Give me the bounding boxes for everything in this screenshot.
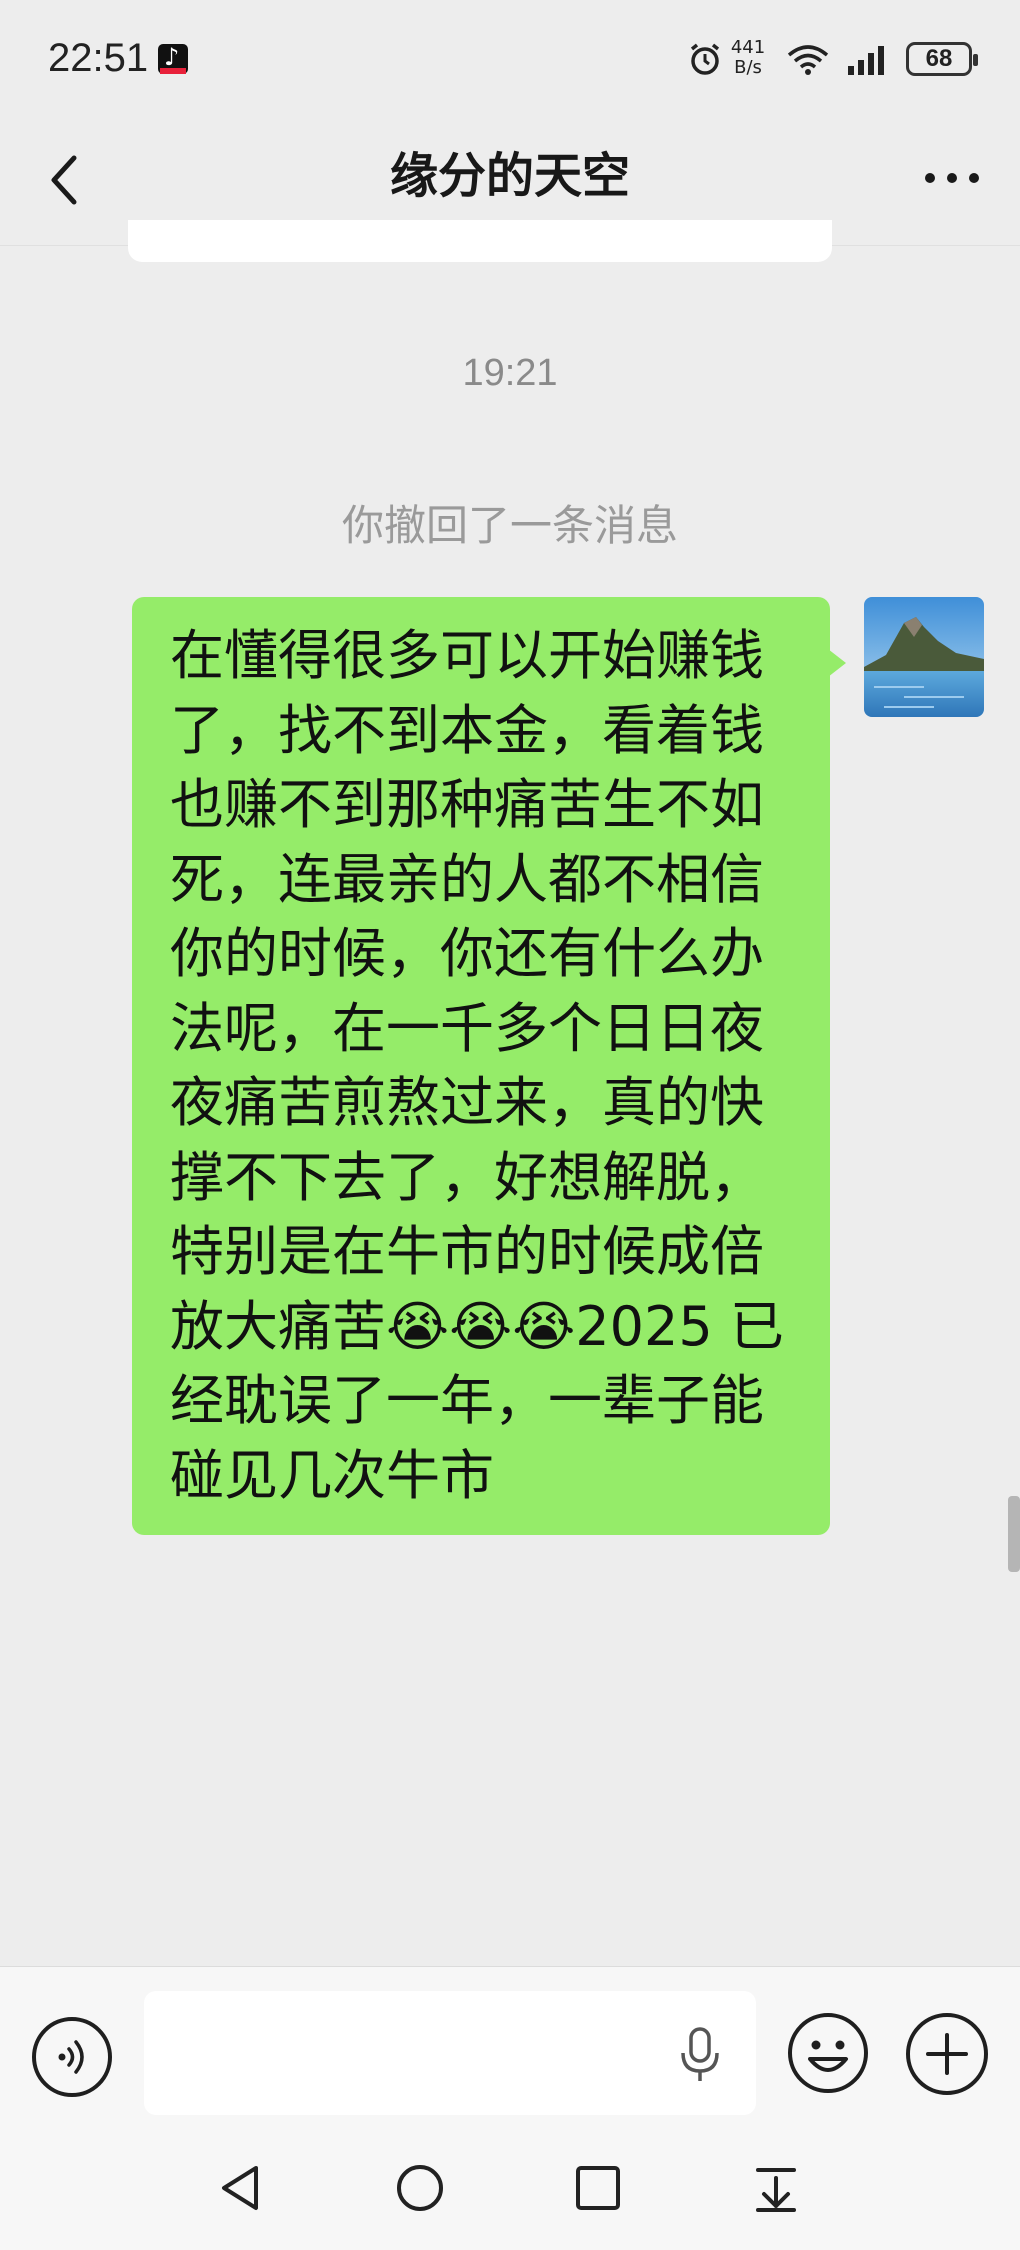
signal-icon [848, 46, 884, 75]
tiktok-notification-icon [158, 43, 188, 74]
nav-back-icon[interactable] [210, 2156, 274, 2220]
battery-indicator: 68 [906, 42, 978, 76]
network-speed-value: 441 [730, 37, 766, 58]
voice-icon [58, 2040, 84, 2074]
wifi-icon [787, 45, 829, 75]
message-input[interactable] [144, 1991, 756, 2115]
plus-icon [926, 2033, 968, 2075]
my-message-bubble[interactable]: 在懂得很多可以开始赚钱了，找不到本金，看着钱也赚不到那种痛苦生不如死，连最亲的人… [132, 597, 846, 1535]
network-speed: 441 B/s [726, 38, 770, 78]
voice-button[interactable] [32, 2017, 112, 2097]
message-timestamp: 19:21 [462, 352, 558, 394]
status-bar: 22:51 441 B/s 68 [0, 0, 1020, 120]
nav-notification-pull-icon[interactable] [744, 2156, 808, 2220]
previous-message-bubble[interactable] [128, 220, 832, 262]
nav-recents-icon[interactable] [566, 2156, 630, 2220]
alarm-icon [690, 43, 720, 75]
my-avatar[interactable] [864, 597, 984, 717]
plus-button[interactable] [906, 2013, 988, 2095]
system-nav-bar [0, 2130, 1020, 2250]
status-icons: 441 B/s 68 [620, 38, 980, 82]
scrollbar-thumb[interactable] [1008, 1496, 1020, 1572]
network-speed-unit: B/s [734, 57, 762, 78]
avatar-landscape-image [864, 597, 984, 717]
emoji-icon[interactable] [786, 2011, 870, 2095]
nav-home-icon[interactable] [388, 2156, 452, 2220]
mic-icon[interactable] [678, 2027, 722, 2083]
input-bar [0, 1966, 1020, 2130]
status-time: 22:51 [48, 36, 149, 80]
recall-notice: 你撤回了一条消息 [341, 501, 678, 550]
chat-title: 缘分的天空 [389, 148, 630, 204]
more-dots-icon[interactable] [922, 166, 982, 190]
